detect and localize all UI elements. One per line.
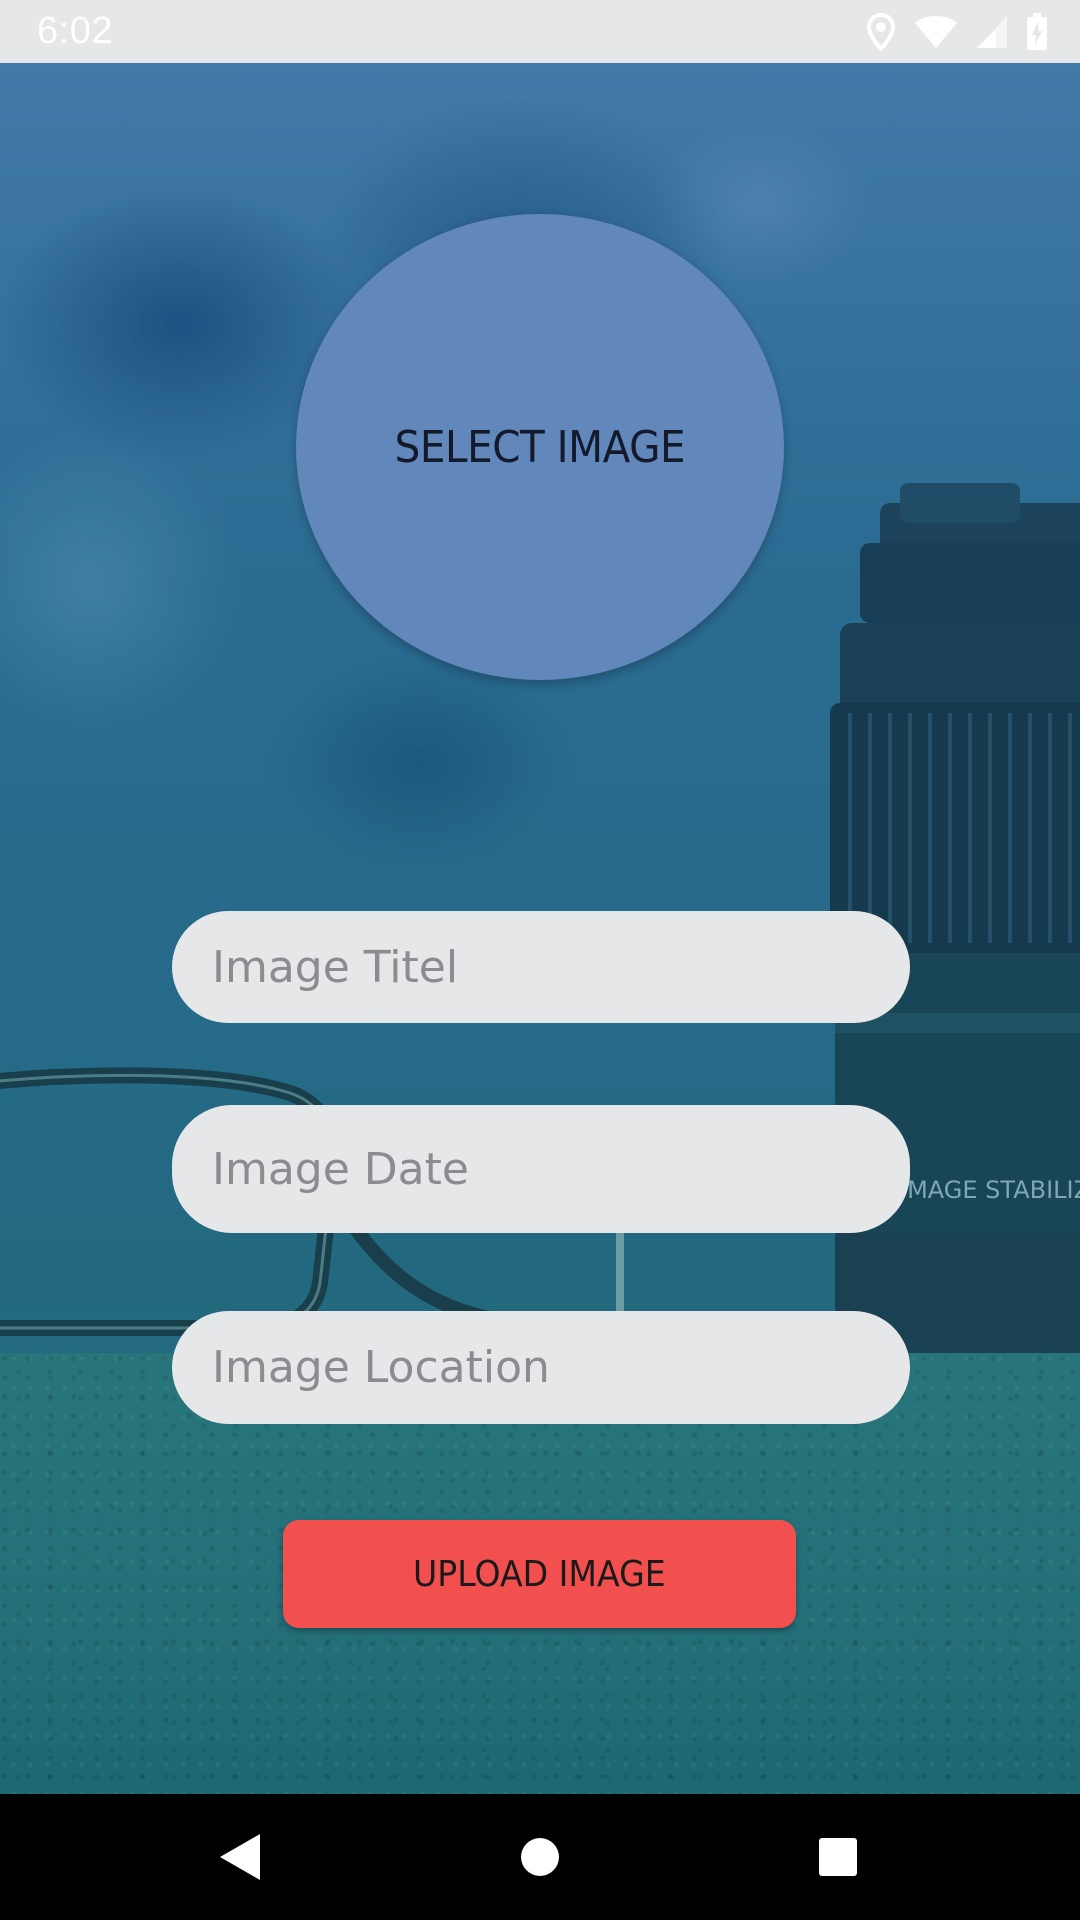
home-button[interactable]	[470, 1794, 610, 1920]
recents-button[interactable]	[768, 1794, 908, 1920]
upload-screen: 6:02 IMAGE STABILI SELECT IMAGE Image Ti…	[0, 0, 1080, 1920]
back-button[interactable]	[170, 1794, 310, 1920]
home-icon	[521, 1838, 559, 1876]
status-icons	[866, 12, 1048, 52]
image-date-input[interactable]	[172, 1105, 910, 1233]
back-icon	[220, 1834, 260, 1880]
location-icon	[866, 13, 896, 51]
select-image-button[interactable]: SELECT IMAGE	[296, 214, 784, 680]
status-time: 6:02	[37, 10, 113, 52]
status-bar: 6:02	[0, 0, 1080, 63]
upload-image-button[interactable]: UPLOAD IMAGE	[283, 1520, 796, 1628]
select-image-label: SELECT IMAGE	[394, 421, 686, 473]
image-location-input[interactable]	[172, 1311, 910, 1424]
image-title-input[interactable]	[172, 911, 910, 1023]
recents-icon	[819, 1838, 857, 1876]
navigation-bar	[0, 1794, 1080, 1920]
battery-charging-icon	[1027, 13, 1047, 50]
upload-image-label: UPLOAD IMAGE	[413, 1553, 666, 1595]
cellular-signal-icon	[977, 16, 1007, 48]
wifi-icon	[915, 16, 957, 48]
